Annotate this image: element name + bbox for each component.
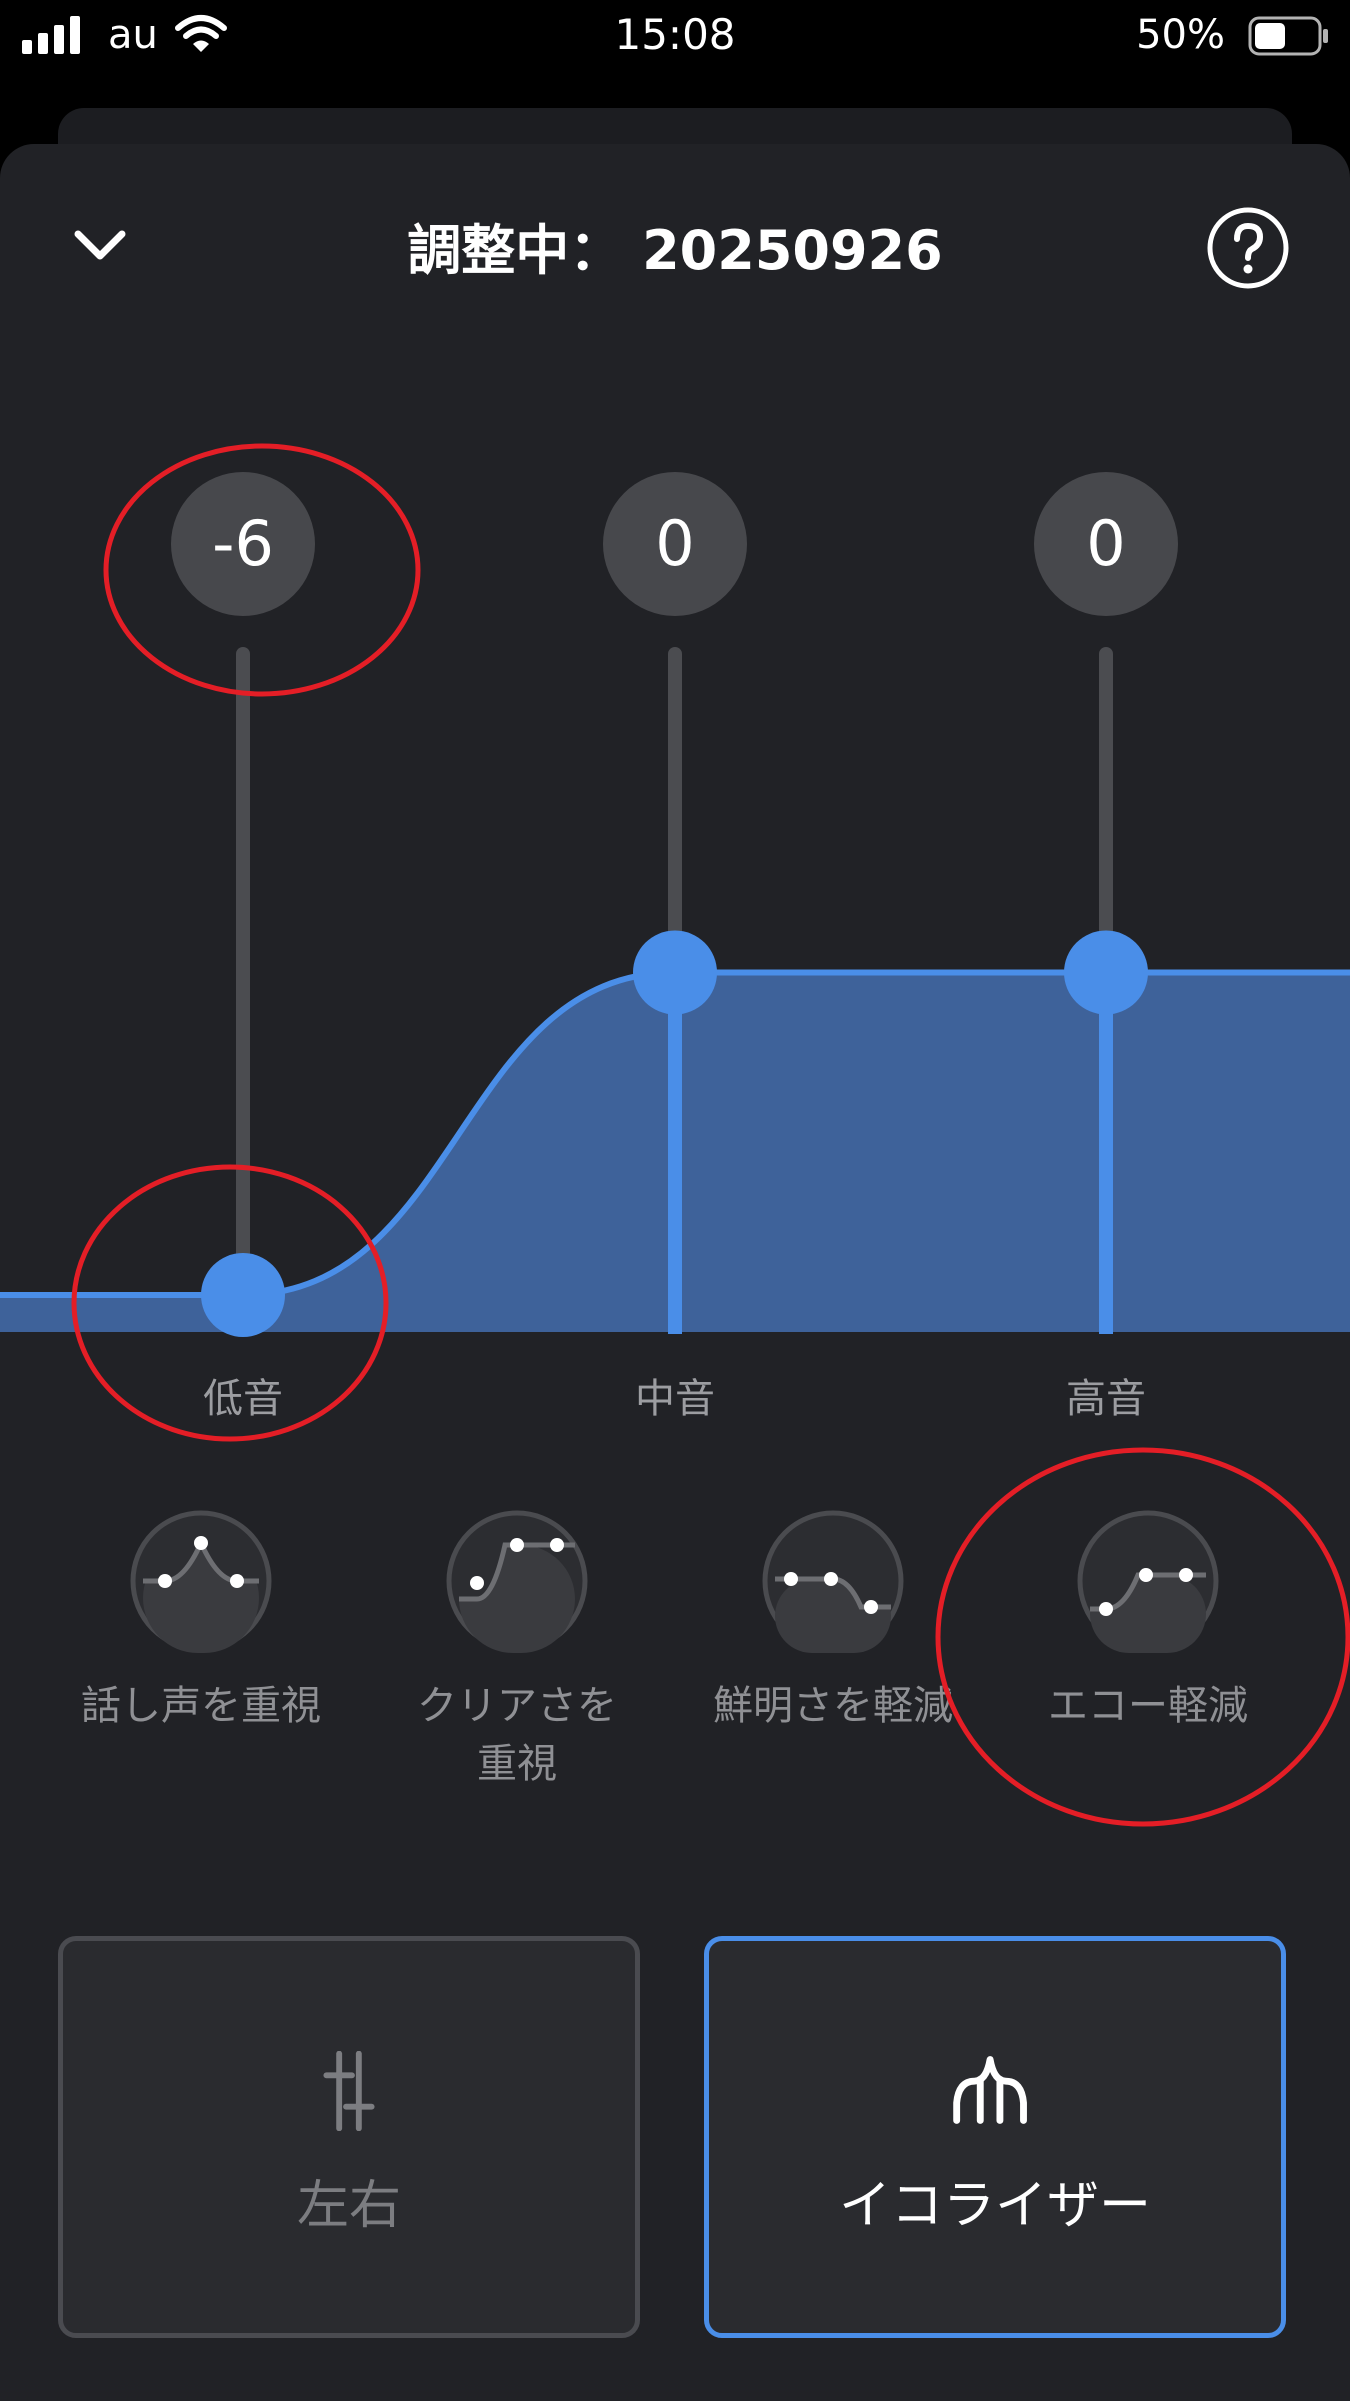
battery-percentage: 50%: [1136, 12, 1225, 58]
status-bar: au 15:08 50%: [0, 0, 1350, 105]
battery-icon: [1248, 16, 1328, 56]
annotation-overlay: [71, 443, 1350, 1827]
adjustment-sheet: 調整中： 20250926 -6 低音 0 中音 0 高音 話し声を重視 クリアさを 重視鮮…: [0, 144, 1350, 2401]
